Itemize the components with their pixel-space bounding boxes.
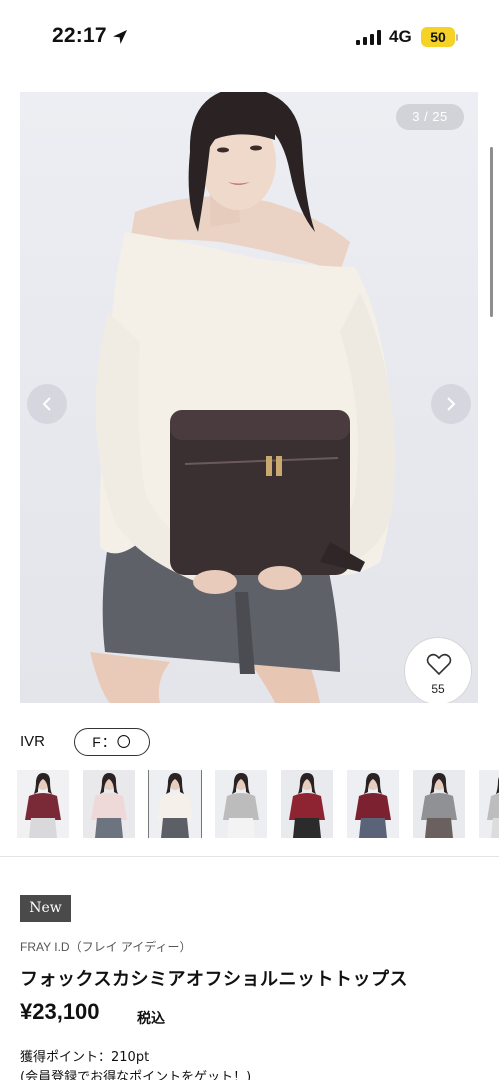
thumb-red-knit-jeans[interactable] <box>347 770 399 838</box>
points-note[interactable]: (会員登録でお得なポイントをゲット！) <box>20 1066 251 1080</box>
image-counter: 3 / 25 <box>396 104 464 130</box>
thumbnail-image <box>421 773 457 838</box>
thumb-white-knit[interactable] <box>148 770 202 838</box>
thumb-pink-knit[interactable] <box>83 770 135 838</box>
next-image-button[interactable] <box>431 384 471 424</box>
status-time: 22:17 <box>52 24 107 47</box>
thumb-burgundy-knit[interactable] <box>17 770 69 838</box>
product-title: フォックスカシミアオフショルニットトップス <box>20 969 408 990</box>
new-badge: New <box>20 895 71 922</box>
heart-icon <box>426 653 452 676</box>
status-bar: 22:17 4G 50 <box>0 0 499 62</box>
product-image[interactable]: 3 / 25 55 <box>20 92 478 703</box>
chevron-left-icon <box>42 397 51 411</box>
thumbnail-image <box>487 777 499 838</box>
cellular-signal-icon <box>356 30 382 45</box>
thumbnail-strip[interactable] <box>17 770 499 838</box>
thumb-gray-knit[interactable] <box>215 770 267 838</box>
thumbnail-image <box>289 773 325 838</box>
brand-name[interactable]: FRAY I.D（フレイ アイディー） <box>20 938 191 955</box>
prev-image-button[interactable] <box>27 384 67 424</box>
thumbnail-image <box>91 773 127 838</box>
thumb-gray-knit-skirt[interactable] <box>413 770 465 838</box>
tax-label: 税込 <box>137 1011 165 1027</box>
favorite-button[interactable]: 55 <box>404 637 472 703</box>
thumb-red-knit-sitting[interactable] <box>281 770 333 838</box>
points-text: 獲得ポイント：210pt <box>20 1050 150 1065</box>
battery-icon: 50 <box>421 27 455 47</box>
thumbnail-image <box>25 773 61 838</box>
divider <box>0 856 499 857</box>
model-photo <box>90 92 395 703</box>
favorite-count: 55 <box>431 682 445 696</box>
color-code: IVR <box>20 733 46 750</box>
price: ¥23,100 <box>20 999 100 1024</box>
network-type: 4G <box>389 27 412 46</box>
thumbnail-image <box>223 773 259 838</box>
size-chip[interactable]: F：〇 <box>74 728 150 756</box>
battery-cap <box>456 34 458 41</box>
thumb-partial[interactable] <box>479 770 499 838</box>
thumbnail-image <box>355 773 391 838</box>
location-arrow-icon <box>113 30 127 44</box>
chevron-right-icon <box>447 397 456 411</box>
scroll-indicator <box>490 147 493 317</box>
thumbnail-image <box>157 773 193 838</box>
